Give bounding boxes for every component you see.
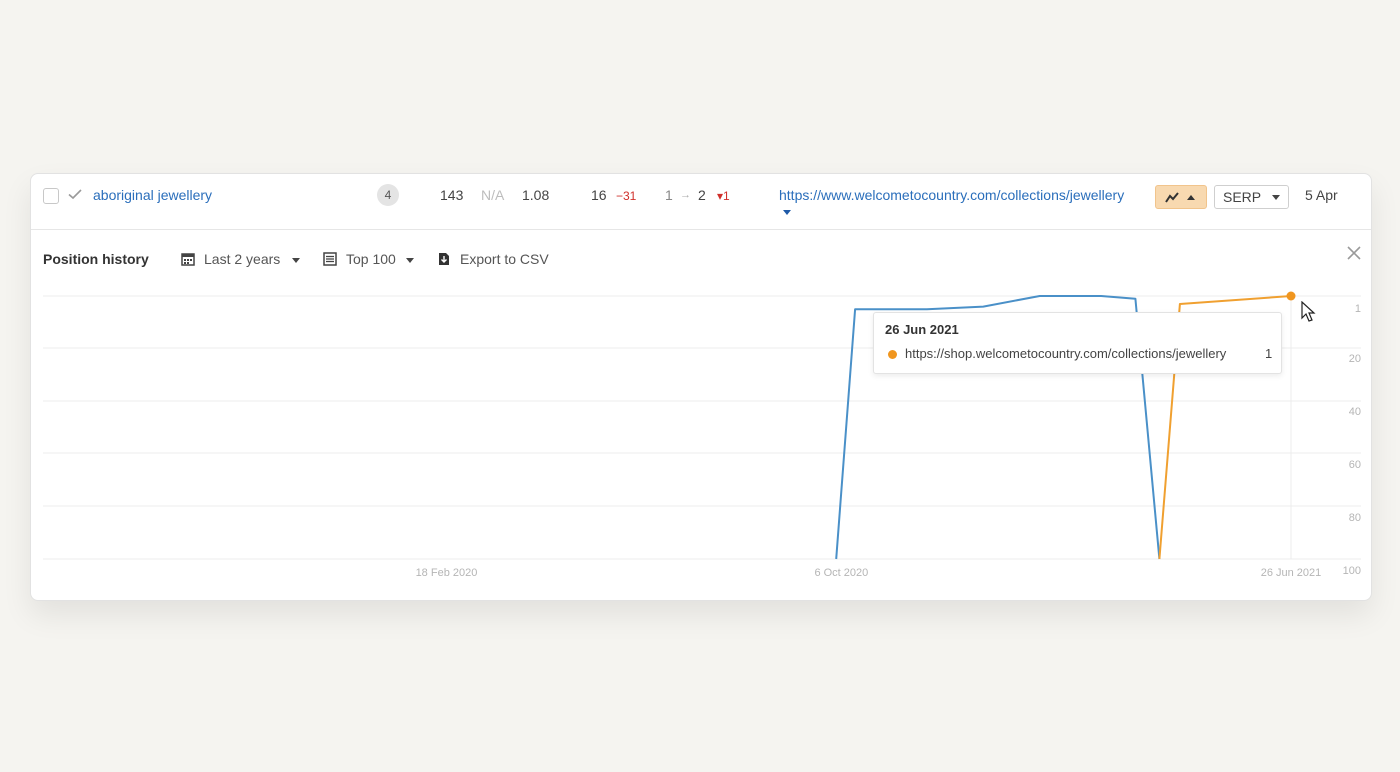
y-tick-label: 100	[1343, 565, 1361, 577]
caret-up-icon	[1187, 195, 1195, 200]
series-dot-icon	[888, 350, 897, 359]
y-tick-label: 1	[1355, 303, 1361, 315]
date-range-label: Last 2 years	[204, 251, 281, 267]
chevron-down-icon	[292, 258, 300, 263]
export-csv-button[interactable]: Export to CSV	[437, 250, 567, 270]
volume-value: 143	[440, 187, 464, 203]
keyword-link[interactable]: aboriginal jewellery	[93, 187, 212, 203]
mouse-cursor-icon	[1301, 301, 1316, 322]
y-tick-label: 40	[1349, 406, 1361, 418]
x-tick-label: 18 Feb 2020	[416, 567, 478, 579]
top-positions-dropdown[interactable]: Top 100	[323, 250, 423, 270]
chevron-down-icon	[406, 258, 414, 263]
top-positions-label: Top 100	[346, 251, 396, 267]
chevron-down-icon	[1272, 195, 1280, 200]
panel-title: Position history	[43, 251, 149, 267]
export-csv-label: Export to CSV	[460, 251, 549, 267]
date-range-dropdown[interactable]: Last 2 years	[181, 250, 311, 270]
arrow-right-icon: →	[680, 189, 691, 201]
position-history-toolbar: Position history Last 2 years Top 100 Ex…	[31, 230, 1371, 290]
tooltip-date: 26 Jun 2021	[885, 322, 959, 337]
list-icon	[323, 252, 337, 266]
y-tick-label: 20	[1349, 353, 1361, 365]
ranking-url-link[interactable]: https://www.welcometocountry.com/collect…	[779, 187, 1124, 203]
kd-badge: 4	[377, 184, 399, 206]
check-icon	[68, 189, 82, 200]
traffic-change: −31	[616, 189, 637, 203]
position-change: ▾1	[717, 189, 730, 203]
position-to: 2	[698, 187, 706, 203]
gv-value: N/A	[481, 187, 505, 203]
position-history-toggle-button[interactable]	[1155, 185, 1207, 209]
trend-line-icon	[1165, 192, 1179, 203]
serp-label: SERP	[1223, 189, 1262, 205]
calendar-icon	[181, 253, 195, 266]
keyword-card: aboriginal jewellery 4 143 N/A 1.08 16 −…	[30, 173, 1372, 601]
serp-dropdown-button[interactable]: SERP	[1214, 185, 1289, 209]
download-file-icon	[439, 253, 449, 265]
keyword-row: aboriginal jewellery 4 143 N/A 1.08 16 −…	[31, 174, 1371, 230]
row-checkbox[interactable]	[43, 188, 59, 204]
highlight-point	[1286, 291, 1296, 301]
tooltip-value: 1	[1265, 346, 1273, 361]
url-dropdown-caret-icon[interactable]	[783, 210, 791, 215]
y-tick-label: 80	[1349, 512, 1361, 524]
position-from: 1	[665, 187, 673, 203]
x-tick-label: 26 Jun 2021	[1261, 567, 1322, 579]
cpc-value: 1.08	[522, 187, 550, 203]
y-tick-label: 60	[1349, 459, 1361, 471]
traffic-value: 16	[591, 187, 607, 203]
chart-tooltip: 26 Jun 2021 https://shop.welcometocountr…	[873, 312, 1282, 374]
last-update-date: 5 Apr	[1305, 187, 1338, 203]
close-icon[interactable]	[1344, 243, 1364, 263]
tooltip-url: https://shop.welcometocountry.com/collec…	[905, 346, 1227, 361]
x-tick-label: 6 Oct 2020	[814, 567, 868, 579]
